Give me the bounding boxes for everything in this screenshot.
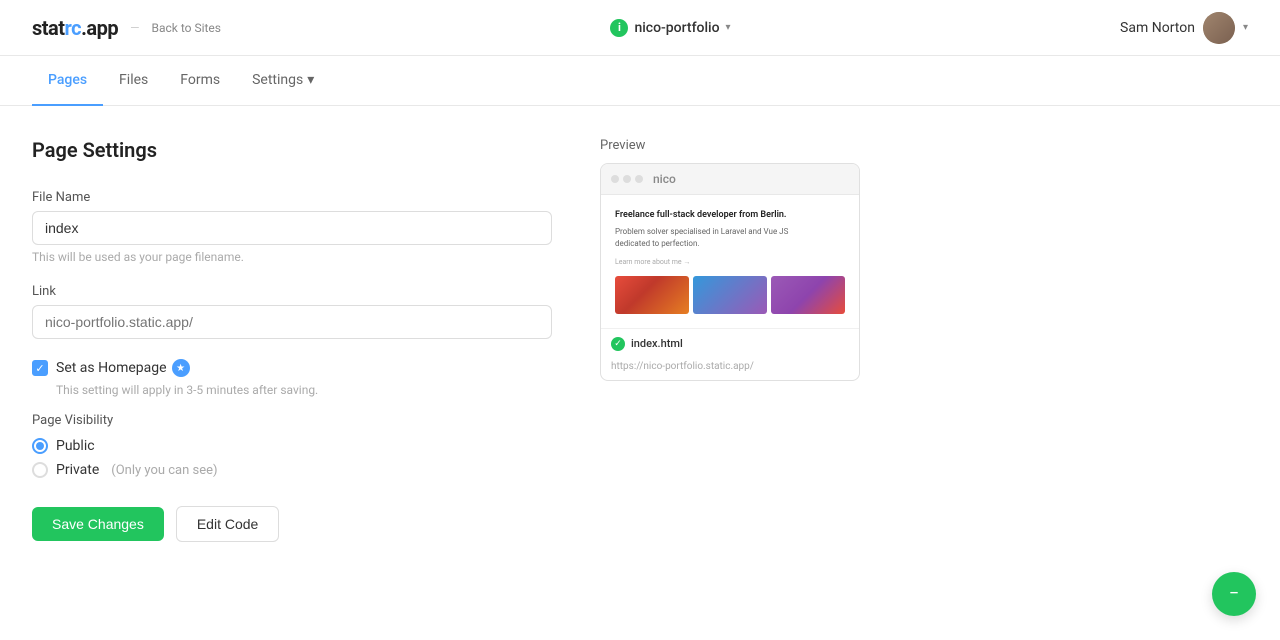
preview-thumbnails [615, 276, 845, 314]
button-row: Save Changes Edit Code [32, 506, 552, 542]
tab-forms[interactable]: Forms [164, 56, 236, 106]
site-chevron-icon: ▾ [726, 22, 731, 33]
homepage-checkbox-row: ✓ Set as Homepage ★ [32, 359, 552, 377]
radio-private-hint: (Only you can see) [111, 463, 217, 478]
edit-code-button[interactable]: Edit Code [176, 506, 279, 542]
logo-part2: .app [81, 16, 118, 40]
site-status-icon: i [610, 19, 628, 37]
header-separator: — [130, 21, 139, 35]
user-chevron-icon: ▾ [1243, 22, 1248, 33]
homepage-star-icon: ★ [172, 359, 190, 377]
radio-private[interactable] [32, 462, 48, 478]
preview-panel: Preview nico Freelance full-stack develo… [600, 138, 860, 542]
site-selector[interactable]: i nico-portfolio ▾ [602, 15, 738, 41]
back-text: Back to Sites [151, 21, 221, 35]
link-field-group: Link [32, 284, 552, 339]
preview-thumb-1 [615, 276, 689, 314]
avatar-image [1203, 12, 1235, 44]
radio-public-row: Public [32, 438, 552, 454]
back-to-sites-link[interactable]: Back to Sites [151, 21, 221, 35]
form-section: Page Settings File Name This will be use… [32, 138, 552, 542]
header: statrc.app — Back to Sites i nico-portfo… [0, 0, 1280, 56]
preview-content: Freelance full-stack developer from Berl… [601, 195, 859, 328]
homepage-checkbox[interactable]: ✓ [32, 360, 48, 376]
radio-public[interactable] [32, 438, 48, 454]
preview-url: https://nico-portfolio.static.app/ [601, 359, 859, 380]
browser-dot-2 [623, 175, 631, 183]
preview-card: nico Freelance full-stack developer from… [600, 163, 860, 381]
preview-filename: index.html [631, 337, 683, 350]
preview-footer: ✓ index.html [601, 328, 859, 359]
preview-subtext: Problem solver specialised in Laravel an… [615, 226, 845, 250]
page-title: Page Settings [32, 138, 552, 162]
homepage-label: Set as Homepage ★ [56, 359, 190, 377]
preview-thumb-3 [771, 276, 845, 314]
link-input[interactable] [32, 305, 552, 339]
radio-public-label: Public [56, 438, 95, 454]
tab-pages[interactable]: Pages [32, 56, 103, 106]
preview-browser-bar: nico [601, 164, 859, 195]
site-name: nico-portfolio [634, 20, 719, 36]
save-changes-button[interactable]: Save Changes [32, 507, 164, 541]
preview-cta: Learn more about me → [615, 258, 845, 266]
preview-headline: Freelance full-stack developer from Berl… [615, 209, 845, 222]
preview-thumb-2 [693, 276, 767, 314]
radio-private-label: Private [56, 462, 99, 478]
logo-part1: stat [32, 16, 65, 40]
tab-files[interactable]: Files [103, 56, 164, 106]
browser-dots [611, 175, 643, 183]
logo-accent: rc [65, 16, 82, 40]
visibility-group: Page Visibility Public Private (Only you… [32, 413, 552, 478]
visibility-label: Page Visibility [32, 413, 552, 428]
checkmark-icon: ✓ [35, 362, 44, 375]
header-left: statrc.app — Back to Sites [32, 16, 221, 40]
radio-dot [36, 442, 44, 450]
homepage-hint: This setting will apply in 3-5 minutes a… [56, 383, 552, 397]
logo: statrc.app [32, 16, 118, 40]
file-name-label: File Name [32, 190, 552, 205]
user-menu[interactable]: Sam Norton ▾ [1120, 12, 1248, 44]
nav-tabs: Pages Files Forms Settings ▾ [0, 56, 1280, 106]
avatar [1203, 12, 1235, 44]
link-label: Link [32, 284, 552, 299]
file-name-input[interactable] [32, 211, 552, 245]
browser-dot-1 [611, 175, 619, 183]
preview-status-icon: ✓ [611, 337, 625, 351]
preview-label: Preview [600, 138, 860, 153]
user-name: Sam Norton [1120, 20, 1195, 36]
fab-button[interactable]: − [1212, 572, 1256, 616]
settings-chevron-icon: ▾ [307, 72, 314, 88]
file-name-field-group: File Name This will be used as your page… [32, 190, 552, 264]
radio-private-row: Private (Only you can see) [32, 462, 552, 478]
file-name-hint: This will be used as your page filename. [32, 250, 552, 264]
fab-icon: − [1229, 585, 1239, 603]
preview-site-name: nico [653, 172, 676, 186]
main-content: Page Settings File Name This will be use… [0, 106, 1100, 574]
tab-settings[interactable]: Settings ▾ [236, 56, 330, 106]
browser-dot-3 [635, 175, 643, 183]
